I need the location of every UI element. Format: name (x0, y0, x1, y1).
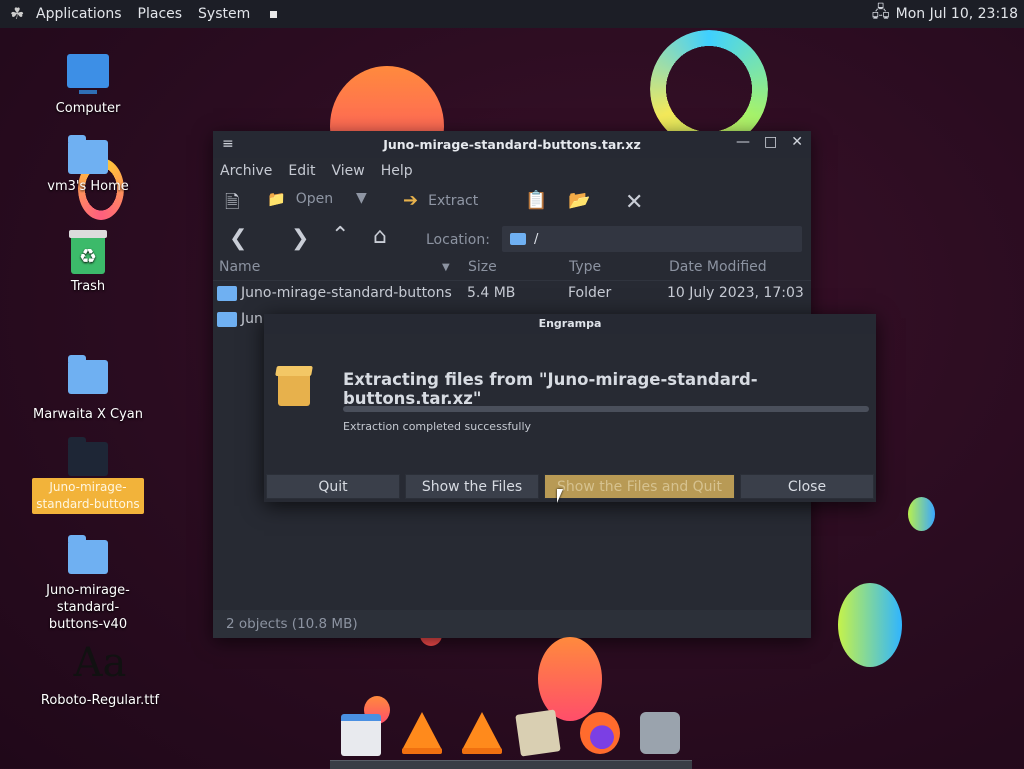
folder-icon (68, 355, 108, 394)
desktop-icon-juno-v40[interactable]: Juno-mirage-standard-buttons-v40 (28, 535, 148, 633)
vlc-cone (462, 712, 502, 750)
folder-icon (68, 437, 108, 476)
vlc-icon[interactable] (402, 712, 442, 754)
add-folder-button[interactable]: 📂 (568, 190, 600, 211)
vlc-icon-2[interactable] (462, 712, 502, 754)
column-type[interactable]: Type (569, 259, 601, 275)
computer-icon (67, 54, 109, 94)
new-archive-icon: 🗎 (225, 192, 240, 213)
location-label: Location: (426, 232, 490, 248)
menu-view[interactable]: View (332, 163, 365, 179)
desktop-icon-home[interactable]: vm3's Home (28, 135, 148, 195)
navigation-bar: ❮ ❯ ⌃ ⌂ Location: / (213, 222, 811, 256)
menubar: Archive Edit View Help (213, 158, 811, 184)
chevron-down-icon: ▼ (356, 190, 367, 206)
column-name[interactable]: Name (219, 259, 260, 275)
desktop-icon-marwaita[interactable]: Marwaita X Cyan (28, 355, 148, 423)
up-icon[interactable]: ⌃ (331, 223, 349, 248)
back-icon[interactable]: ❮ (229, 226, 247, 251)
window-titlebar[interactable]: ≡ Juno-mirage-standard-buttons.tar.xz — … (213, 131, 811, 158)
close-icon[interactable]: ✕ (791, 134, 803, 150)
open-dropdown-button[interactable]: ▼ (356, 190, 367, 206)
wallpaper-blob-green (838, 583, 902, 667)
desktop-icon-juno-selected[interactable]: Juno-mirage-standard-buttons (28, 437, 148, 514)
applications-menu[interactable]: Applications (36, 6, 122, 22)
firefox-icon[interactable] (580, 712, 620, 754)
wallpaper-blob-orange-bottom (538, 637, 602, 721)
window-list-icon[interactable] (341, 714, 381, 756)
progress-bar (343, 406, 869, 412)
open-button[interactable]: 📁 Open (267, 190, 333, 208)
font-file-icon: Aa (73, 640, 127, 686)
location-field[interactable]: / (502, 226, 802, 252)
add-files-button[interactable]: 📋 (525, 190, 557, 211)
mouse-cursor-icon (557, 489, 563, 503)
location-value: / (534, 231, 539, 247)
show-files-and-quit-button[interactable]: Show the Files and Quit (544, 474, 735, 499)
statusbar: 2 objects (10.8 MB) (213, 610, 811, 638)
menu-archive[interactable]: Archive (220, 163, 272, 179)
menu-edit[interactable]: Edit (288, 163, 315, 179)
file-list-header: Name ▼ Size Type Date Modified (213, 256, 811, 281)
dialog-status: Extraction completed successfully (343, 420, 532, 433)
show-files-button[interactable]: Show the Files (405, 474, 539, 499)
window-title: Juno-mirage-standard-buttons.tar.xz (383, 137, 641, 152)
extract-progress-dialog: Engrampa Extracting files from "Juno-mir… (264, 314, 876, 502)
panel-applet-icon[interactable] (270, 10, 278, 18)
quit-button[interactable]: Quit (266, 474, 400, 499)
system-menu[interactable]: System (198, 6, 250, 22)
minimize-icon[interactable]: — (736, 134, 750, 150)
gnome-foot-icon[interactable]: ☘ (10, 5, 28, 23)
extract-icon: ➔ (403, 190, 419, 211)
table-row[interactable]: Juno-mirage-standard-buttons 5.4 MB Fold… (213, 281, 811, 307)
dialog-heading: Extracting files from "Juno-mirage-stand… (343, 370, 758, 408)
home-icon[interactable]: ⌂ (373, 224, 387, 249)
column-size[interactable]: Size (468, 259, 497, 275)
column-date-modified[interactable]: Date Modified (669, 259, 767, 275)
folder-icon (217, 286, 237, 301)
folder-icon (217, 312, 237, 327)
add-files-icon: 📋 (525, 190, 548, 211)
desktop-icon-computer[interactable]: Computer (28, 54, 148, 117)
menu-help[interactable]: Help (381, 163, 413, 179)
top-panel: ☘ Applications Places System 🖧 Mon Jul 1… (0, 0, 1024, 28)
package-icon (278, 372, 310, 406)
window-menu-icon[interactable]: ≡ (222, 136, 234, 152)
clock[interactable]: Mon Jul 10, 23:18 (896, 6, 1018, 22)
stop-icon: ✕ (625, 190, 644, 215)
trash-icon: ♻ (69, 230, 107, 274)
image-viewer-icon[interactable] (515, 709, 561, 757)
forward-icon[interactable]: ❯ (291, 226, 309, 251)
stop-button[interactable]: ✕ (625, 190, 653, 215)
wallpaper-blob-small-green (908, 497, 935, 531)
vlc-cone (402, 712, 442, 750)
desktop-icon-trash[interactable]: ♻ Trash (28, 230, 148, 295)
add-folder-icon: 📂 (568, 190, 591, 211)
vlc-base (462, 748, 502, 754)
toolbar: 🗎 📁 Open ▼ ➔ Extract 📋 📂 ✕ (213, 184, 811, 222)
home-folder-icon (68, 135, 108, 174)
dialog-title: Engrampa (264, 314, 876, 334)
maximize-icon[interactable]: □ (764, 134, 777, 150)
vlc-base (402, 748, 442, 754)
folder-icon (510, 233, 526, 245)
folder-open-icon: 📁 (267, 190, 286, 208)
places-menu[interactable]: Places (138, 6, 183, 22)
desktop-icon-roboto[interactable]: Aa Roboto-Regular.ttf (40, 638, 160, 709)
status-text: 2 objects (10.8 MB) (226, 616, 358, 632)
close-button[interactable]: Close (740, 474, 874, 499)
folder-icon (68, 535, 108, 574)
network-icon[interactable]: 🖧 (872, 1, 890, 28)
extract-button[interactable]: ➔ Extract (403, 190, 478, 211)
new-archive-button[interactable]: 🗎 (225, 190, 249, 220)
sort-indicator-icon: ▼ (442, 262, 450, 273)
progress-fill (343, 406, 869, 412)
printer-icon[interactable] (640, 712, 680, 754)
